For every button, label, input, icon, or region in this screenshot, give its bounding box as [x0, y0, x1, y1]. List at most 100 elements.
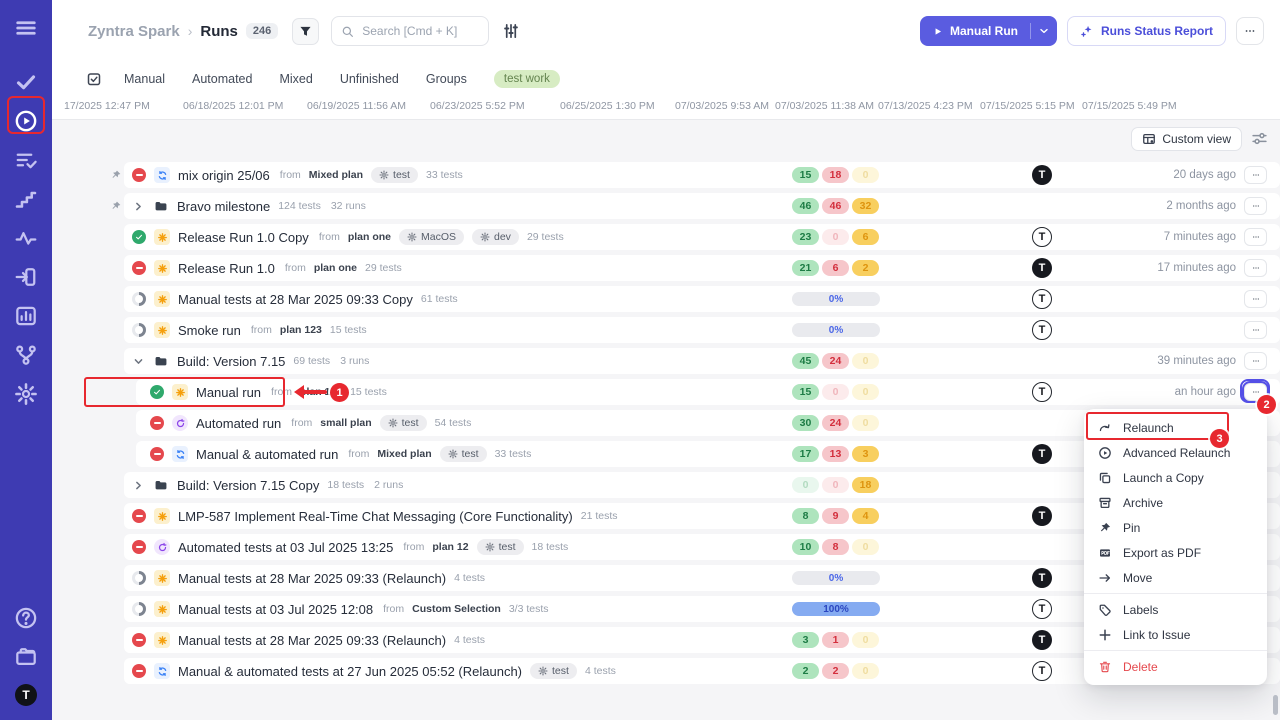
sidebar-item-imports[interactable] [14, 265, 38, 289]
timeline-date: 07/15/2025 5:49 PM [1082, 100, 1177, 112]
sidebar-item-projects[interactable] [14, 645, 38, 669]
run-row[interactable]: mix origin 25/06fromMixed plantest33 tes… [124, 162, 1280, 188]
run-row[interactable]: Manual tests at 28 Mar 2025 09:33 Copy61… [124, 286, 1280, 312]
tabs-row: Manual Automated Mixed Unfinished Groups… [52, 62, 1280, 96]
run-row[interactable]: Release Run 1.0 Copyfromplan oneMacOSdev… [124, 224, 1280, 250]
timeline-date: 07/13/2025 4:23 PM [878, 100, 973, 112]
sidebar-item-runs[interactable] [14, 109, 38, 133]
from-label: from [285, 262, 306, 274]
menu-item-launch-a-copy[interactable]: Launch a Copy [1084, 465, 1267, 490]
tab-mixed[interactable]: Mixed [279, 72, 312, 86]
chevron-right-icon[interactable] [132, 479, 145, 492]
sidebar-item-test-cases[interactable] [14, 70, 38, 94]
menu-item-advanced-relaunch[interactable]: Advanced Relaunch [1084, 440, 1267, 465]
result-pill-red: 2 [822, 663, 849, 679]
user-avatar[interactable]: T [15, 684, 37, 706]
from-label: from [383, 603, 404, 615]
result-pill-yellow: 6 [852, 229, 879, 245]
manual-run-dropdown[interactable] [1031, 16, 1057, 46]
menu-item-relaunch[interactable]: Relaunch [1084, 415, 1267, 440]
filter-button[interactable] [292, 18, 319, 45]
sidebar-item-integrations[interactable] [14, 343, 38, 367]
sidebar-item-reports[interactable] [14, 304, 38, 328]
environment-tag: test [440, 446, 487, 462]
assignee-avatar: T [1032, 289, 1052, 309]
status-stopped-icon [132, 633, 146, 647]
run-group-row[interactable]: Bravo milestone124 tests32 runs [124, 193, 1280, 219]
row-more-button[interactable] [1244, 197, 1267, 215]
filter-chip-test-work[interactable]: test work [494, 70, 560, 88]
menu-item-labels[interactable]: Labels [1084, 597, 1267, 622]
custom-view-button[interactable]: Custom view [1131, 127, 1242, 151]
run-name: Bravo milestone [177, 199, 270, 214]
menu-item-export-as-pdf[interactable]: Export as PDF [1084, 540, 1267, 565]
run-meta: 15 tests [330, 324, 367, 336]
row-more-button[interactable] [1244, 352, 1267, 370]
sidebar-item-help[interactable] [14, 606, 38, 630]
timeline-date: 06/18/2025 12:01 PM [183, 100, 283, 112]
menu-item-delete[interactable]: Delete [1084, 654, 1267, 679]
manual-run-button[interactable]: Manual Run [920, 16, 1057, 46]
menu-item-move[interactable]: Move [1084, 565, 1267, 590]
run-row[interactable]: Manual runfromplan 12315 tests [136, 379, 1280, 405]
help-icon [14, 606, 38, 630]
row-more-button[interactable] [1244, 228, 1267, 246]
scrollbar-thumb[interactable] [1273, 695, 1278, 715]
row-more-button[interactable] [1244, 383, 1267, 401]
assignee-avatar: T [1032, 444, 1052, 464]
sidebar-item-settings[interactable] [14, 382, 38, 406]
row-more-button[interactable] [1244, 290, 1267, 308]
run-name: Release Run 1.0 [178, 261, 275, 276]
breadcrumb-project[interactable]: Zyntra Spark [88, 23, 180, 40]
advanced-relaunch-icon [1098, 446, 1112, 460]
sparkles-icon [1080, 24, 1094, 38]
row-more-button[interactable] [1244, 259, 1267, 277]
tab-groups[interactable]: Groups [426, 72, 467, 86]
result-pill-red: 6 [822, 260, 849, 276]
from-label: from [271, 386, 292, 398]
tab-automated[interactable]: Automated [192, 72, 252, 86]
chevron-right-icon[interactable] [132, 200, 145, 213]
status-progress-icon [132, 323, 146, 337]
status-progress-icon [132, 602, 146, 616]
assignee-avatar: T [1032, 227, 1052, 247]
sidebar-item-menu[interactable] [14, 16, 38, 40]
sidebar-item-test-plans[interactable] [14, 148, 38, 172]
menu-item-archive[interactable]: Archive [1084, 490, 1267, 515]
run-row[interactable]: Smoke runfromplan 12315 tests [124, 317, 1280, 343]
adjustments-icon[interactable] [502, 22, 520, 40]
row-more-button[interactable] [1244, 166, 1267, 184]
runs-status-report-button[interactable]: Runs Status Report [1067, 16, 1226, 46]
row-more-button[interactable] [1244, 321, 1267, 339]
run-meta: 69 tests3 runs [293, 355, 369, 367]
tab-manual[interactable]: Manual [124, 72, 165, 86]
tab-unfinished[interactable]: Unfinished [340, 72, 399, 86]
select-runs-icon[interactable] [86, 71, 102, 87]
play-circle-icon [14, 109, 38, 133]
result-pill-green: 8 [792, 508, 819, 524]
move-icon [1098, 571, 1112, 585]
plan-name: plan one [314, 262, 357, 274]
result-pill-yellow: 0 [852, 663, 879, 679]
plan-name: Mixed plan [309, 169, 363, 181]
chevron-down-icon[interactable] [132, 355, 145, 368]
search-box[interactable] [331, 16, 489, 46]
menu-item-pin[interactable]: Pin [1084, 515, 1267, 540]
menu-item-link-to-issue[interactable]: Link to Issue [1084, 622, 1267, 647]
search-input[interactable] [360, 23, 479, 39]
view-options-icon[interactable] [1251, 130, 1268, 147]
status-stopped-icon [132, 540, 146, 554]
timeline-date: 07/15/2025 5:15 PM [980, 100, 1075, 112]
run-name: LMP-587 Implement Real-Time Chat Messagi… [178, 509, 573, 524]
result-pill-green: 0 [792, 477, 819, 493]
sidebar-item-milestones[interactable] [14, 187, 38, 211]
sidebar-item-defects[interactable] [14, 226, 38, 250]
run-row[interactable]: Release Run 1.0fromplan one29 tests [124, 255, 1280, 281]
run-group-row[interactable]: Build: Version 7.1569 tests3 runs [124, 348, 1280, 374]
menu-icon [14, 16, 38, 40]
folder-icon [153, 198, 169, 214]
header-more-button[interactable] [1236, 17, 1264, 45]
run-timestamp: 7 minutes ago [1164, 231, 1236, 243]
manual-run-icon [154, 632, 170, 648]
gear-icon [480, 232, 490, 242]
